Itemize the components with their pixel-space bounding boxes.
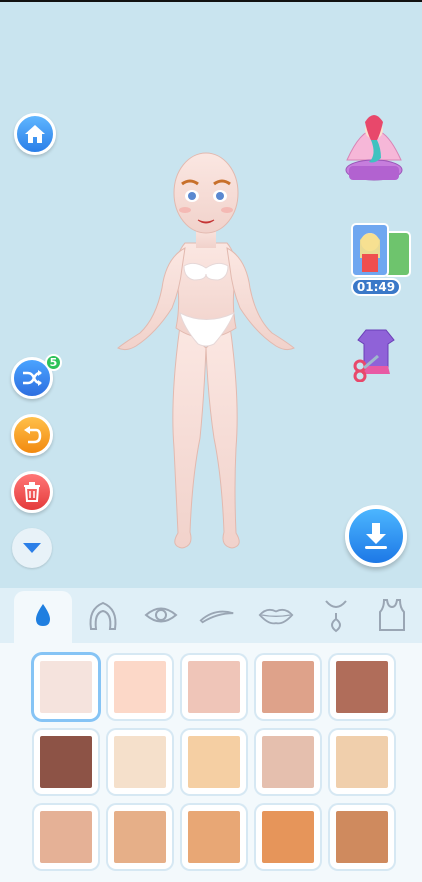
hair-icon xyxy=(89,601,117,630)
lips-icon xyxy=(258,608,294,625)
skin-tone-color xyxy=(262,661,314,713)
hair-tab[interactable] xyxy=(85,598,121,632)
download-icon xyxy=(365,523,387,549)
skin-tone-swatch[interactable] xyxy=(34,805,98,869)
chevron-down-icon xyxy=(23,543,41,553)
shuffle-count-badge: 5 xyxy=(45,354,62,371)
skin-tone-color xyxy=(40,661,92,713)
skin-tone-color xyxy=(114,811,166,863)
undo-icon xyxy=(24,426,42,444)
skin-tone-swatch[interactable] xyxy=(330,805,394,869)
play-area: 01:49 5 xyxy=(0,0,422,588)
skin-tone-color xyxy=(262,811,314,863)
skin-tone-swatch[interactable] xyxy=(108,655,172,719)
skin-tone-swatch[interactable] xyxy=(330,730,394,794)
category-tabs xyxy=(0,588,422,643)
trash-icon xyxy=(24,482,40,502)
home-icon xyxy=(25,125,45,143)
dress-scissors-icon[interactable] xyxy=(348,326,404,382)
skin-tone-color xyxy=(188,661,240,713)
customization-panel xyxy=(0,588,422,882)
skin-tone-swatch[interactable] xyxy=(108,730,172,794)
skin-tone-color xyxy=(336,736,388,788)
skin-tone-color xyxy=(336,811,388,863)
necklace-tab[interactable] xyxy=(318,598,354,633)
collapse-panel-button[interactable] xyxy=(12,528,52,568)
brow-icon xyxy=(199,610,234,624)
skin-tone-color xyxy=(114,661,166,713)
timer-badge: 01:49 xyxy=(351,278,401,296)
top-tab[interactable] xyxy=(374,598,410,632)
skin-tone-swatch[interactable] xyxy=(34,655,98,719)
drop-icon xyxy=(36,604,50,626)
lips-tab[interactable] xyxy=(258,598,294,632)
shuffle-icon xyxy=(23,370,42,386)
skin-tone-swatch[interactable] xyxy=(34,730,98,794)
skin-tone-swatch[interactable] xyxy=(256,655,320,719)
skin-tone-grid xyxy=(0,643,422,882)
skin-tone-swatch[interactable] xyxy=(108,805,172,869)
skin-tone-color xyxy=(188,736,240,788)
skin-tone-swatch[interactable] xyxy=(330,655,394,719)
necklace-icon xyxy=(325,600,347,633)
eyes-tab[interactable] xyxy=(143,598,179,632)
undo-button[interactable] xyxy=(11,414,53,456)
skin-tone-color xyxy=(114,736,166,788)
skin-tone-color xyxy=(262,736,314,788)
skin-tone-swatch[interactable] xyxy=(182,730,246,794)
brows-tab[interactable] xyxy=(199,598,235,632)
download-button[interactable] xyxy=(345,505,407,567)
character-doll xyxy=(117,152,295,549)
mermaid-shell-icon[interactable] xyxy=(341,100,407,186)
skin-tone-swatch[interactable] xyxy=(256,805,320,869)
skin-tone-color xyxy=(188,811,240,863)
skin-tone-color xyxy=(336,661,388,713)
eye-icon xyxy=(144,607,178,623)
skin-tone-swatch[interactable] xyxy=(182,655,246,719)
skin-tab[interactable] xyxy=(25,598,61,632)
skin-tone-color xyxy=(40,811,92,863)
delete-button[interactable] xyxy=(11,471,53,513)
home-button[interactable] xyxy=(14,113,56,155)
skin-tone-swatch[interactable] xyxy=(182,805,246,869)
tank-top-icon xyxy=(379,599,405,631)
skin-tone-swatch[interactable] xyxy=(256,730,320,794)
skin-tone-color xyxy=(40,736,92,788)
status-bar xyxy=(0,0,422,2)
